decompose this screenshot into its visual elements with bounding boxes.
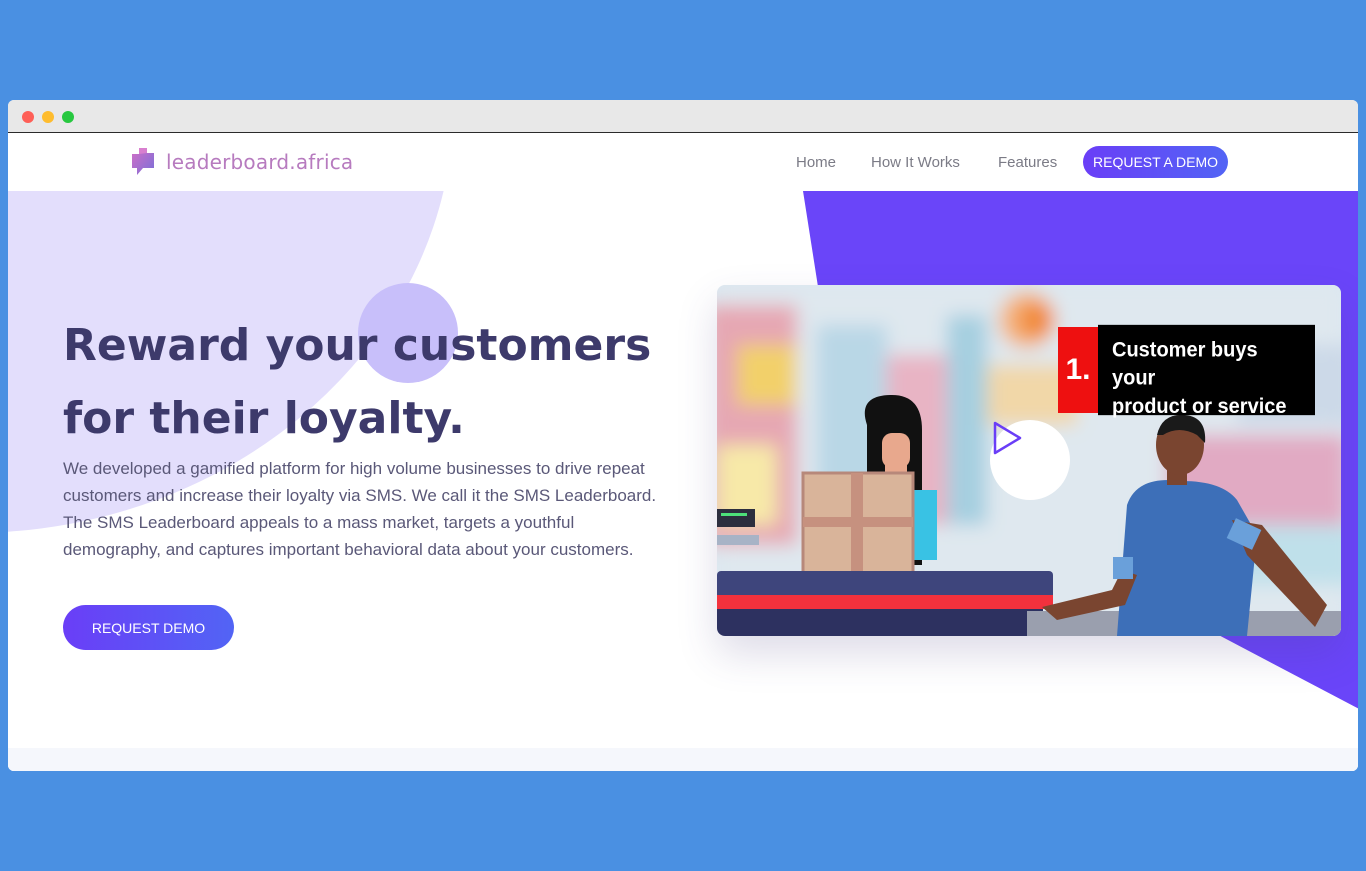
headline-line-1: Reward your customers (63, 320, 652, 371)
hero-headline: Reward your customers for their loyalty. (63, 309, 683, 455)
video-caption: 1. Customer buys your product or service (1058, 324, 1315, 419)
site-logo[interactable]: leaderboard.africa (130, 146, 353, 178)
nav-link-home[interactable]: Home (796, 154, 836, 171)
hero-description: We developed a gamified platform for hig… (63, 459, 657, 559)
top-navbar: leaderboard.africa Home How It Works Fea… (8, 133, 1358, 191)
hero-section: Reward your customers for their loyalty.… (8, 191, 1358, 748)
caption-line-1: Customer buys your (1112, 338, 1258, 390)
maximize-window-button[interactable] (62, 111, 74, 123)
window-titlebar (8, 100, 1358, 133)
minimize-window-button[interactable] (42, 111, 54, 123)
web-page: leaderboard.africa Home How It Works Fea… (8, 133, 1358, 771)
caption-line-2: product or service (1112, 395, 1287, 419)
request-demo-button[interactable]: REQUEST DEMO (63, 605, 234, 650)
browser-window: leaderboard.africa Home How It Works Fea… (8, 100, 1358, 771)
nav-link-how-it-works[interactable]: How It Works (871, 154, 960, 171)
headline-line-2: for their loyalty. (63, 393, 465, 444)
chat-bubble-logo-icon (130, 146, 156, 178)
nav-link-features[interactable]: Features (998, 154, 1057, 171)
play-button[interactable] (990, 420, 1070, 500)
video-player[interactable]: 1. Customer buys your product or service (717, 285, 1341, 636)
caption-text: Customer buys your product or service (1098, 324, 1315, 419)
logo-text: leaderboard.africa (166, 150, 354, 174)
next-section-edge (8, 748, 1358, 771)
request-a-demo-button[interactable]: REQUEST A DEMO (1083, 146, 1228, 178)
close-window-button[interactable] (22, 111, 34, 123)
caption-step-number: 1. (1058, 327, 1098, 413)
